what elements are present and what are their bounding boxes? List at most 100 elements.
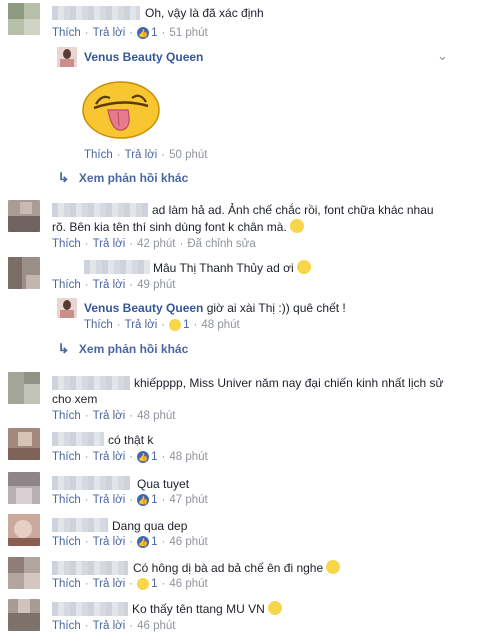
reply-link[interactable]: Trả lời bbox=[93, 451, 126, 463]
expressionless-emoji-icon bbox=[267, 601, 282, 615]
timestamp[interactable]: 46 phút bbox=[137, 620, 175, 632]
avatar[interactable] bbox=[8, 514, 40, 546]
comment-actions: Thích · Trả lời · 42 phút · Đã chỉnh sửa bbox=[52, 238, 256, 250]
commenter-name[interactable] bbox=[52, 518, 108, 532]
comment-text-line2: rõ. Bên kia tên thí sinh dùng font k châ… bbox=[52, 219, 304, 235]
reply-link[interactable]: Trả lời bbox=[93, 494, 126, 506]
avatar[interactable] bbox=[8, 372, 40, 404]
comment-text-line2: cho xem bbox=[52, 392, 98, 406]
timestamp[interactable]: 51 phút bbox=[169, 27, 207, 39]
edited-label[interactable]: Đã chỉnh sửa bbox=[187, 238, 255, 250]
like-link[interactable]: Thích bbox=[52, 410, 81, 422]
comment-text: Dang qua dep bbox=[112, 519, 188, 533]
reply-link[interactable]: Trả lời bbox=[93, 238, 126, 250]
timestamp[interactable]: 48 phút bbox=[137, 410, 175, 422]
like-link[interactable]: Thích bbox=[52, 27, 81, 39]
like-icon: 👍 bbox=[137, 494, 150, 506]
avatar[interactable] bbox=[8, 200, 40, 232]
like-icon: 👍 bbox=[137, 451, 150, 463]
see-more-replies[interactable]: ↳ Xem phản hồi khác bbox=[57, 341, 188, 357]
page-name[interactable]: Venus Beauty Queen bbox=[84, 49, 203, 65]
timestamp[interactable]: 50 phút bbox=[169, 149, 207, 161]
like-link[interactable]: Thích bbox=[52, 536, 81, 548]
page-avatar[interactable] bbox=[57, 298, 77, 318]
avatar[interactable] bbox=[8, 257, 40, 289]
commenter-name[interactable] bbox=[52, 602, 128, 616]
reaction-count[interactable]: 👍 1 bbox=[137, 451, 158, 463]
like-link[interactable]: Thích bbox=[52, 238, 81, 250]
avatar[interactable] bbox=[8, 428, 40, 460]
laughing-emoji-icon bbox=[296, 260, 311, 274]
timestamp[interactable]: 47 phút bbox=[169, 494, 207, 506]
like-link[interactable]: Thích bbox=[84, 319, 113, 331]
reaction-count[interactable]: 1 bbox=[169, 319, 190, 331]
haha-reaction-icon bbox=[137, 578, 150, 590]
timestamp[interactable]: 46 phút bbox=[169, 536, 207, 548]
comment-text: Qua tuyet bbox=[137, 477, 190, 491]
commenter-name[interactable] bbox=[52, 432, 104, 446]
chevron-down-icon[interactable]: ⌄ bbox=[437, 48, 448, 64]
comment-actions: Thích · Trả lời · 👍 1 · 47 phút bbox=[52, 494, 208, 506]
commenter-name[interactable] bbox=[84, 260, 150, 274]
reply-link[interactable]: Trả lời bbox=[93, 27, 126, 39]
reply-link[interactable]: Trả lời bbox=[93, 620, 126, 632]
like-link[interactable]: Thích bbox=[52, 578, 81, 590]
like-icon: 👍 bbox=[137, 536, 150, 548]
timestamp[interactable]: 49 phút bbox=[137, 279, 175, 291]
smirk-emoji-icon bbox=[289, 219, 304, 233]
commenter-name[interactable] bbox=[52, 376, 130, 390]
timestamp[interactable]: 42 phút bbox=[137, 238, 175, 250]
avatar[interactable] bbox=[8, 557, 40, 589]
comment-actions: Thích · Trả lời · 👍 1 · 46 phút bbox=[52, 536, 208, 548]
avatar[interactable] bbox=[8, 3, 40, 35]
see-more-replies[interactable]: ↳ Xem phản hồi khác bbox=[57, 170, 188, 186]
reply-text: Venus Beauty Queen giờ ai xài Thị :)) qu… bbox=[84, 301, 346, 315]
page-name[interactable]: Venus Beauty Queen bbox=[84, 301, 203, 315]
like-link[interactable]: Thích bbox=[52, 620, 81, 632]
comment-text: Ko thấy tên ttang MU VN bbox=[132, 601, 282, 617]
reaction-count[interactable]: 👍 1 bbox=[137, 27, 158, 39]
comment-actions: Thích · Trả lời · 49 phút bbox=[52, 279, 176, 291]
timestamp[interactable]: 48 phút bbox=[169, 451, 207, 463]
comment-text: Oh, vậy là đã xác định bbox=[145, 6, 264, 20]
timestamp[interactable]: 46 phút bbox=[169, 578, 207, 590]
like-link[interactable]: Thích bbox=[52, 279, 81, 291]
reaction-count[interactable]: 👍 1 bbox=[137, 536, 158, 548]
comment-text: khiếpppp, Miss Univer năm nay đại chiến … bbox=[134, 376, 444, 390]
reply-link[interactable]: Trả lời bbox=[125, 319, 158, 331]
commenter-name[interactable] bbox=[52, 561, 128, 575]
comment-text: Mâu Thị Thanh Thủy ad ơi bbox=[153, 260, 311, 276]
haha-reaction-icon bbox=[169, 319, 182, 331]
commenter-name[interactable] bbox=[52, 476, 130, 490]
commenter-name[interactable] bbox=[52, 203, 148, 217]
reply-link[interactable]: Trả lời bbox=[125, 149, 158, 161]
reaction-count[interactable]: 1 bbox=[137, 578, 158, 590]
reply-arrow-icon: ↳ bbox=[57, 341, 70, 356]
comment-actions: Thích · Trả lời · 1 · 48 phút bbox=[84, 319, 240, 331]
comment-actions: Thích · Trả lời · 👍 1 · 51 phút bbox=[52, 27, 208, 39]
page-avatar[interactable] bbox=[57, 47, 77, 67]
reply-arrow-icon: ↳ bbox=[57, 170, 70, 185]
comment-actions: Thích · Trả lời · 1 · 46 phút bbox=[52, 578, 208, 590]
reply-link[interactable]: Trả lời bbox=[93, 279, 126, 291]
reply-link[interactable]: Trả lời bbox=[93, 410, 126, 422]
commenter-name[interactable] bbox=[52, 6, 140, 20]
comment-actions: Thích · Trả lời · 👍 1 · 48 phút bbox=[52, 451, 208, 463]
comment-actions: Thích · Trả lời · 48 phút bbox=[52, 410, 176, 422]
like-link[interactable]: Thích bbox=[84, 149, 113, 161]
avatar[interactable] bbox=[8, 599, 40, 631]
comment-actions: Thích · Trả lời · 50 phút bbox=[84, 149, 208, 161]
comment-actions: Thích · Trả lời · 46 phút bbox=[52, 620, 176, 632]
like-link[interactable]: Thích bbox=[52, 494, 81, 506]
comment-text: ad làm hả ad. Ảnh chế chắc rồi, font chữ… bbox=[152, 203, 434, 217]
reply-link[interactable]: Trả lời bbox=[93, 578, 126, 590]
like-icon: 👍 bbox=[137, 27, 150, 39]
reply-link[interactable]: Trả lời bbox=[93, 536, 126, 548]
avatar[interactable] bbox=[8, 472, 40, 504]
reaction-count[interactable]: 👍 1 bbox=[137, 494, 158, 506]
timestamp[interactable]: 48 phút bbox=[201, 319, 239, 331]
like-link[interactable]: Thích bbox=[52, 451, 81, 463]
unamused-emoji-icon bbox=[326, 560, 341, 574]
comment-text: Có hông dị bà ad bả chế ên đi nghe bbox=[133, 560, 341, 576]
comment-text: có thật k bbox=[108, 433, 154, 447]
